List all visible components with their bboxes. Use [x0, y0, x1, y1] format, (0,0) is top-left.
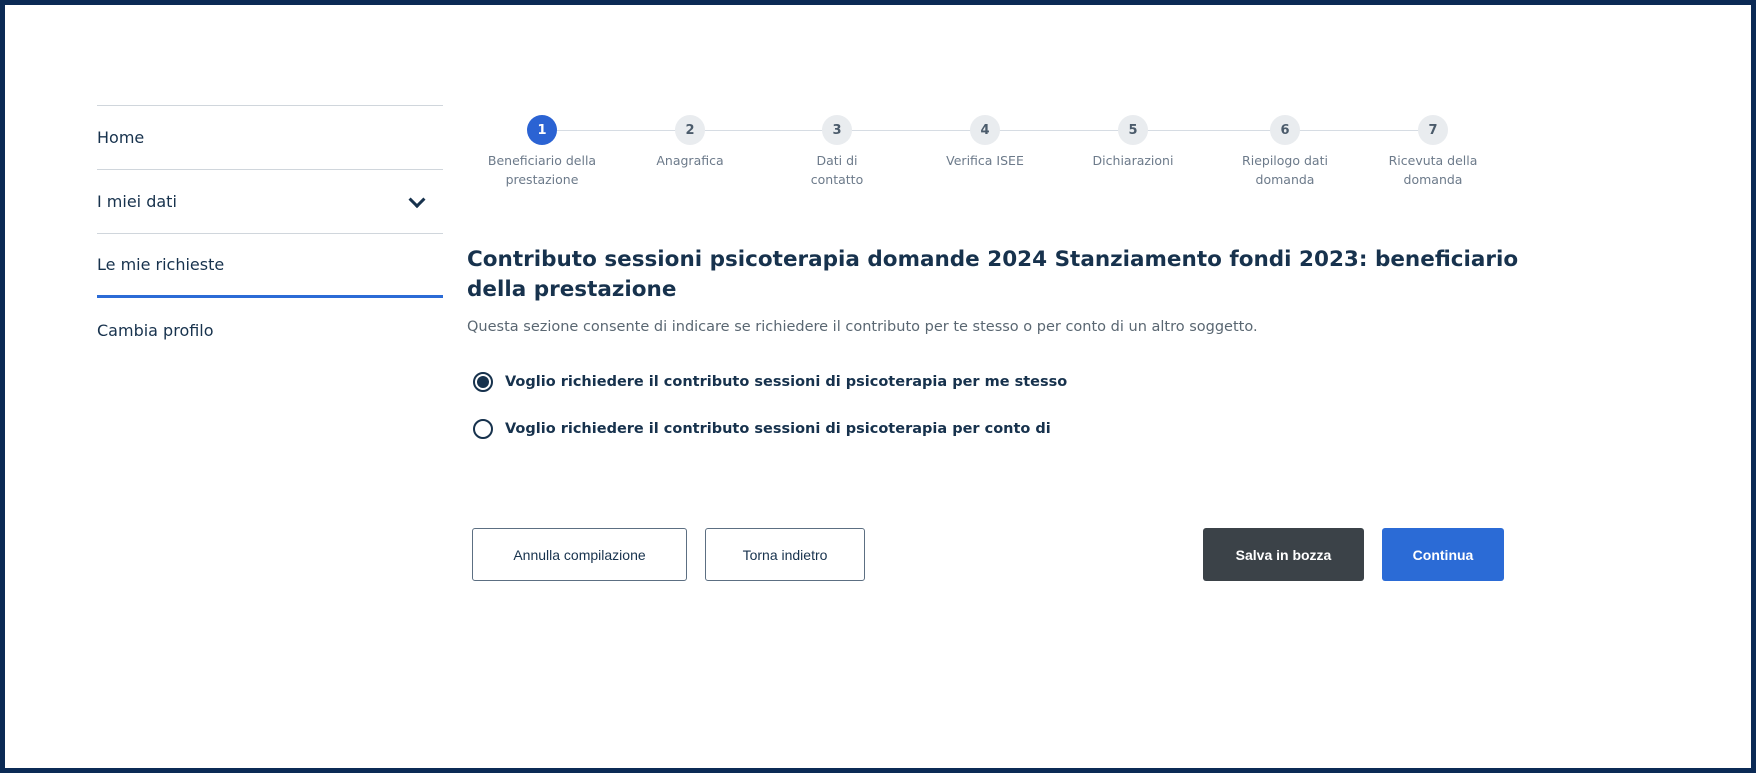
- radio-option-on-behalf[interactable]: Voglio richiedere il contributo sessioni…: [473, 419, 1051, 439]
- step-number: 4: [970, 115, 1000, 145]
- step-5: 5 Dichiarazioni: [1073, 115, 1193, 170]
- section-description: Questa sezione consente di indicare se r…: [467, 319, 1258, 335]
- sidebar-item-my-requests[interactable]: Le mie richieste: [97, 234, 443, 298]
- step-label: Anagrafica: [656, 153, 724, 168]
- step-4: 4 Verifica ISEE: [925, 115, 1045, 170]
- progress-stepper: 1 Beneficiario della prestazione 2 Anagr…: [475, 115, 1505, 225]
- step-label: Beneficiario della prestazione: [487, 153, 597, 187]
- sidebar-item-label: Le mie richieste: [97, 255, 225, 274]
- step-6: 6 Riepilogo dati domanda: [1225, 115, 1345, 189]
- step-label: Dichiarazioni: [1092, 153, 1174, 168]
- sidebar-item-label: Cambia profilo: [97, 320, 214, 340]
- app-frame: Home I miei dati Le mie richieste Cambia…: [0, 0, 1756, 773]
- back-button[interactable]: Torna indietro: [705, 528, 865, 581]
- sidebar-nav: Home I miei dati Le mie richieste Cambia…: [97, 105, 443, 362]
- sidebar-item-label: Home: [97, 128, 145, 147]
- save-draft-button[interactable]: Salva in bozza: [1203, 528, 1364, 581]
- step-number: 7: [1418, 115, 1448, 145]
- step-7: 7 Ricevuta della domanda: [1373, 115, 1493, 189]
- step-label: Ricevuta della domanda: [1388, 153, 1478, 187]
- step-label: Riepilogo dati domanda: [1242, 153, 1328, 187]
- step-number: 2: [675, 115, 705, 145]
- step-label: Dati di contatto: [810, 153, 864, 187]
- step-3: 3 Dati di contatto: [777, 115, 897, 189]
- chevron-down-icon[interactable]: [408, 190, 426, 208]
- sidebar-item-change-profile[interactable]: Cambia profilo: [97, 298, 443, 362]
- radio-label: Voglio richiedere il contributo sessioni…: [505, 374, 1068, 390]
- radio-dot-icon: [477, 376, 489, 388]
- step-number: 1: [527, 115, 557, 145]
- radio-label: Voglio richiedere il contributo sessioni…: [505, 421, 1051, 437]
- step-label: Verifica ISEE: [946, 153, 1024, 168]
- sidebar-item-home[interactable]: Home: [97, 106, 443, 170]
- step-2: 2 Anagrafica: [630, 115, 750, 170]
- radio-option-self[interactable]: Voglio richiedere il contributo sessioni…: [473, 372, 1067, 392]
- sidebar-item-label: I miei dati: [97, 192, 177, 211]
- step-number: 6: [1270, 115, 1300, 145]
- radio-button[interactable]: [473, 419, 493, 439]
- step-1: 1 Beneficiario della prestazione: [482, 115, 602, 189]
- page-title: Contributo sessioni psicoterapia domande…: [467, 247, 1519, 302]
- continue-button[interactable]: Continua: [1382, 528, 1504, 581]
- radio-button-selected[interactable]: [473, 372, 493, 392]
- cancel-button[interactable]: Annulla compilazione: [472, 528, 687, 581]
- sidebar-item-my-data[interactable]: I miei dati: [97, 170, 443, 234]
- step-number: 3: [822, 115, 852, 145]
- step-number: 5: [1118, 115, 1148, 145]
